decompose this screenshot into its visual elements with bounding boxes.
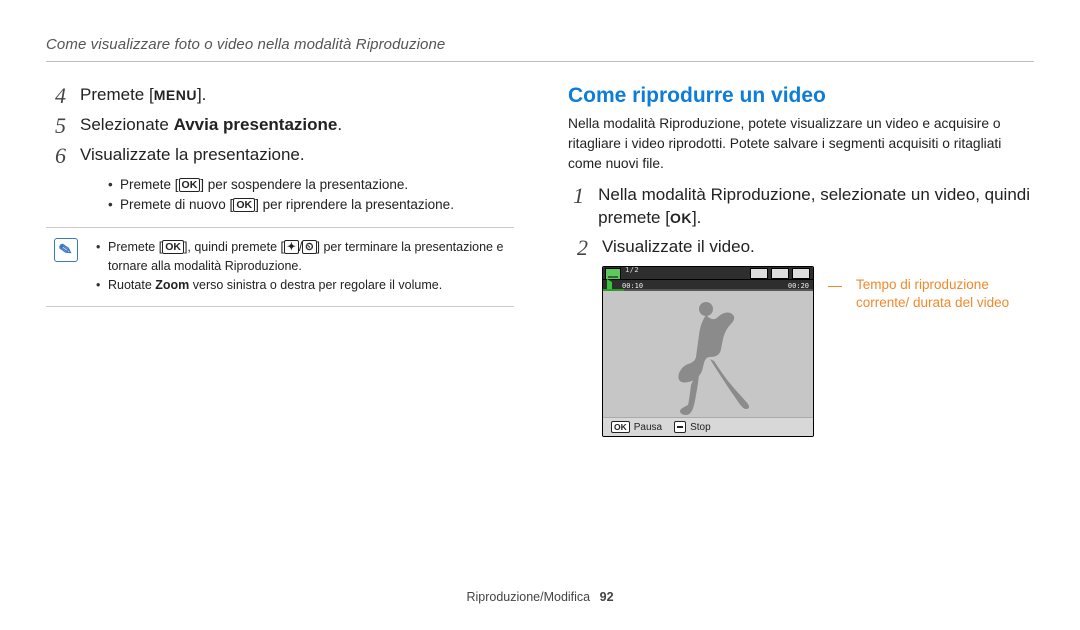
note-item: Premete [OK], quindi premete [✦/⏲] per t… (96, 238, 504, 276)
video-index: 1/2 (625, 266, 639, 274)
osd-status-icons (750, 268, 810, 279)
ok-button-label: OK (233, 198, 255, 212)
sub-item: Premete di nuovo [OK] per riprendere la … (108, 195, 514, 215)
section-intro: Nella modalità Riproduzione, potete visu… (568, 114, 1034, 174)
text: ]. (197, 85, 206, 104)
step-2: 2 Visualizzate il video. (568, 236, 1034, 260)
pause-label: Pausa (634, 422, 662, 433)
ok-button-label: OK (179, 178, 201, 192)
osd-top-bar: 1/2 (603, 267, 813, 279)
dancer-silhouette-icon (666, 299, 750, 417)
video-playback-mock: 1/2 00:10 00:20 (602, 266, 814, 437)
text: . (337, 115, 342, 134)
timer-icon: ⏲ (302, 240, 316, 254)
right-column: Come riprodurre un video Nella modalità … (568, 84, 1034, 437)
video-example-row: 1/2 00:10 00:20 (602, 266, 1034, 437)
step-text: Visualizzate la presentazione. (80, 144, 305, 167)
stop-label: Stop (690, 422, 711, 433)
menu-button-label: MENU (154, 87, 197, 103)
time-callout: Tempo di riproduzione corrente/ durata d… (856, 276, 1034, 312)
text: Premete [ (80, 85, 154, 104)
text: ] per sospendere la presentazione. (200, 177, 408, 192)
footer-section: Riproduzione/Modifica (466, 590, 590, 604)
sub-item: Premete [OK] per sospendere la presentaz… (108, 175, 514, 195)
video-footer-bar: OK Pausa Stop (603, 417, 813, 436)
emphasis: Avvia presentazione (174, 115, 338, 134)
step-number: 6 (46, 144, 66, 168)
step-6: 6 Visualizzate la presentazione. (46, 144, 514, 168)
left-column: 4 Premete [MENU]. 5 Selezionate Avvia pr… (46, 84, 514, 437)
ok-button-label: OK (670, 210, 692, 226)
battery-icon (750, 268, 768, 279)
text: Ruotate (108, 278, 155, 292)
text: ]. (692, 208, 701, 227)
stop-icon (674, 421, 686, 433)
step-number: 4 (46, 84, 66, 108)
note-icon: ✎ (54, 238, 78, 262)
step-text: Nella modalità Riproduzione, selezionate… (598, 184, 1034, 230)
text: verso sinistra o destra per regolare il … (189, 278, 442, 292)
section-title: Come riprodurre un video (568, 84, 1034, 108)
text: Premete [ (108, 240, 162, 254)
osd-time-bar: 00:10 00:20 (603, 279, 813, 291)
ok-chip: OK (611, 421, 630, 433)
text: Premete di nuovo [ (120, 197, 233, 212)
text: ] per riprendere la presentazione. (255, 197, 454, 212)
card-icon (771, 268, 789, 279)
step-text: Visualizzate il video. (602, 236, 755, 259)
ok-button-label: OK (162, 240, 184, 254)
text: ], quindi premete [ (184, 240, 284, 254)
step-number: 1 (568, 184, 584, 208)
step-text: Selezionate Avvia presentazione. (80, 114, 342, 137)
step6-sublist: Premete [OK] per sospendere la presentaz… (108, 175, 514, 216)
callout-leader-line (828, 286, 842, 287)
step-1: 1 Nella modalità Riproduzione, seleziona… (568, 184, 1034, 230)
text: Nella modalità Riproduzione, selezionate… (598, 185, 1030, 227)
step-5: 5 Selezionate Avvia presentazione. (46, 114, 514, 138)
page-number: 92 (600, 590, 614, 604)
header-rule (46, 61, 1034, 62)
note-item: Ruotate Zoom verso sinistra o destra per… (96, 276, 504, 295)
video-area (603, 291, 813, 417)
emphasis: Zoom (155, 278, 189, 292)
step-text: Premete [MENU]. (80, 84, 206, 107)
page-header: Come visualizzare foto o video nella mod… (46, 36, 1034, 53)
step-number: 5 (46, 114, 66, 138)
text: Selezionate (80, 115, 174, 134)
step-number: 2 (568, 236, 588, 260)
counter-icon (792, 268, 810, 279)
note-box: ✎ Premete [OK], quindi premete [✦/⏲] per… (46, 227, 514, 307)
step-4: 4 Premete [MENU]. (46, 84, 514, 108)
page-footer: Riproduzione/Modifica 92 (0, 590, 1080, 604)
text: Premete [ (120, 177, 179, 192)
flash-icon: ✦ (284, 240, 299, 254)
